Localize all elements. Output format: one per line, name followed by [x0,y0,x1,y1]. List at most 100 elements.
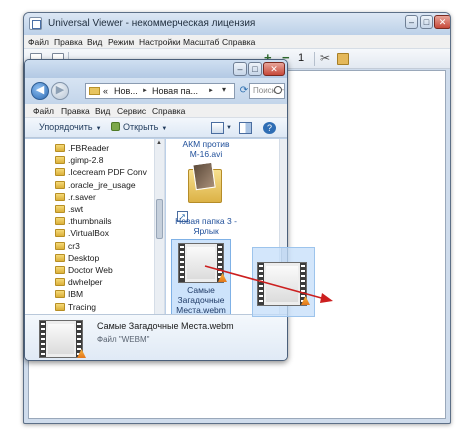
nav-folder-item[interactable]: IBM [55,289,83,301]
explorer-maximize-button[interactable]: □ [248,62,262,76]
close-button[interactable]: ✕ [434,15,450,29]
nav-folder-item[interactable]: Doctor Web [55,265,113,277]
plugin-icon[interactable] [337,53,349,65]
help-icon[interactable]: ? [263,122,276,134]
menu-zoom[interactable]: Масштаб [183,37,219,47]
command-bar: Упорядочить ▼ Открыть ▼ ▼ ? [25,118,287,138]
nav-scroll-thumb[interactable] [156,199,163,239]
folder-icon [55,241,65,250]
details-pane: Самые Загадочные Места.webm Файл "WEBM" [25,314,287,360]
breadcrumb-item[interactable]: Нов... [114,86,138,96]
file-label-line: Ярлык [193,226,219,236]
nav-folder-item[interactable]: Tracing [55,302,96,314]
nav-folder-label: dwhelper [68,277,103,288]
organize-label: Упорядочить [39,122,93,132]
explorer-titlebar[interactable]: – □ ✕ [25,60,287,78]
breadcrumb-overflow[interactable]: « [103,86,108,96]
menu-mode[interactable]: Режим [108,37,134,47]
nav-folder-label: Desktop [68,252,100,263]
file-label-line: М-16.avi [189,149,223,159]
ex-menu-view[interactable]: Вид [95,106,110,116]
video-file-icon [178,243,224,283]
folder-icon [55,266,65,274]
open-button[interactable]: Открыть ▼ [111,122,167,132]
explorer-close-button[interactable]: ✕ [263,62,285,76]
nav-folder-item[interactable]: .VirtualBox [55,228,109,240]
ex-menu-edit[interactable]: Правка [61,106,90,116]
explorer-minimize-button[interactable]: – [233,62,247,76]
nav-folder-item[interactable]: .r.saver [55,192,96,204]
nav-folder-item[interactable]: .oracle_jre_usage [55,180,136,192]
nav-folder-item[interactable]: .Icecream PDF Conv [55,167,147,179]
video-file-icon [39,320,83,358]
file-label: Новая папка 3 - Ярлык [166,216,246,236]
organize-button[interactable]: Упорядочить ▼ [39,122,102,132]
chevron-down-icon[interactable]: ▼ [226,125,232,131]
explorer-menubar: Файл Правка Вид Сервис Справка [25,104,287,118]
maximize-button[interactable]: □ [420,15,433,29]
file-label-line: Новая папка 3 - [175,216,237,226]
address-bar[interactable]: « Нов... ► Новая па... ► ▾ [85,83,235,99]
nav-folder-label: .swt [68,204,84,214]
explorer-window: – □ ✕ ◀ ▶ « Нов... ► Новая па... ► ▾ ⟳ П… [24,59,288,361]
nav-folder-item[interactable]: .thumbnails [55,216,111,228]
nav-scrollbar[interactable]: ▲ [154,139,164,314]
folder-shortcut-icon [188,161,226,205]
menu-settings[interactable]: Настройки [139,37,181,47]
nav-folder-item[interactable]: .swt [55,204,83,216]
folder-icon [55,156,65,165]
chevron-down-icon: ▼ [161,126,168,132]
folder-icon [55,302,65,311]
preview-pane-icon[interactable] [239,122,252,134]
file-item-webm-selected[interactable]: Самые Загадочные Места.webm [171,239,231,314]
change-view-icon[interactable] [211,122,224,134]
address-row: ◀ ▶ « Нов... ► Новая па... ► ▾ ⟳ Поиск: … [25,78,287,104]
nav-folder-label: .r.saver [68,191,96,202]
forward-arrow-icon[interactable]: ▶ [51,82,69,100]
menu-file[interactable]: Файл [28,37,49,47]
navigation-pane: .FBReader .gimp-2.8 .Icecream PDF Conv .ora… [25,139,165,314]
uv-titlebar[interactable]: Universal Viewer - некоммерческая лиценз… [24,13,450,35]
menu-edit[interactable]: Правка [54,37,83,47]
nav-folder-label: .gimp-2.8 [68,155,104,166]
breadcrumb-separator[interactable]: ► [142,88,148,94]
folder-icon [55,217,65,226]
actual-size-icon[interactable]: 1 [298,53,310,65]
scroll-up-icon[interactable]: ▲ [156,140,162,146]
nav-folder-label: .thumbnails [68,216,112,227]
menu-view[interactable]: Вид [87,37,102,47]
back-arrow-icon[interactable]: ◀ [31,82,49,100]
nav-folder-label: IBM [68,289,84,300]
tools-icon[interactable]: ✂ [320,52,332,65]
ex-menu-help[interactable]: Справка [152,106,185,116]
menu-help[interactable]: Справка [222,37,255,47]
file-label: Самые Загадочные Места.webm [172,285,230,314]
open-label: Открыть [123,122,159,132]
folder-photo-preview [192,161,216,191]
ex-menu-file[interactable]: Файл [33,106,54,116]
file-label: АКМ против М-16.avi [166,139,246,159]
nav-folder-item[interactable]: cr3 [55,241,80,253]
folder-icon [55,192,65,201]
folder-icon [55,278,65,287]
minimize-button[interactable]: – [405,15,418,29]
nav-folder-item[interactable]: dwhelper [55,277,103,289]
file-label-line: Самые [187,285,215,295]
nav-folder-label: Tracing [68,301,97,312]
nav-folder-label: Doctor Web [68,265,113,275]
folder-icon [55,144,65,152]
chevron-down-icon[interactable]: ▾ [222,85,226,94]
breadcrumb-item[interactable]: Новая па... [152,86,198,96]
breadcrumb-separator[interactable]: ► [208,88,214,94]
ex-menu-tools[interactable]: Сервис [117,106,146,116]
search-input[interactable]: Поиск: Н... [249,83,285,99]
nav-folder-item[interactable]: .gimp-2.8 [55,155,103,167]
nav-folder-item[interactable]: .FBReader [55,143,109,155]
nav-folder-label: .oracle_jre_usage [68,179,136,190]
nav-folder-item[interactable]: Desktop [55,253,99,265]
file-label-line: АКМ против [182,139,230,149]
folder-icon [55,205,65,213]
video-file-icon [257,262,307,306]
toolbar-separator [314,52,315,66]
file-label-line: Места.webm [176,305,226,314]
